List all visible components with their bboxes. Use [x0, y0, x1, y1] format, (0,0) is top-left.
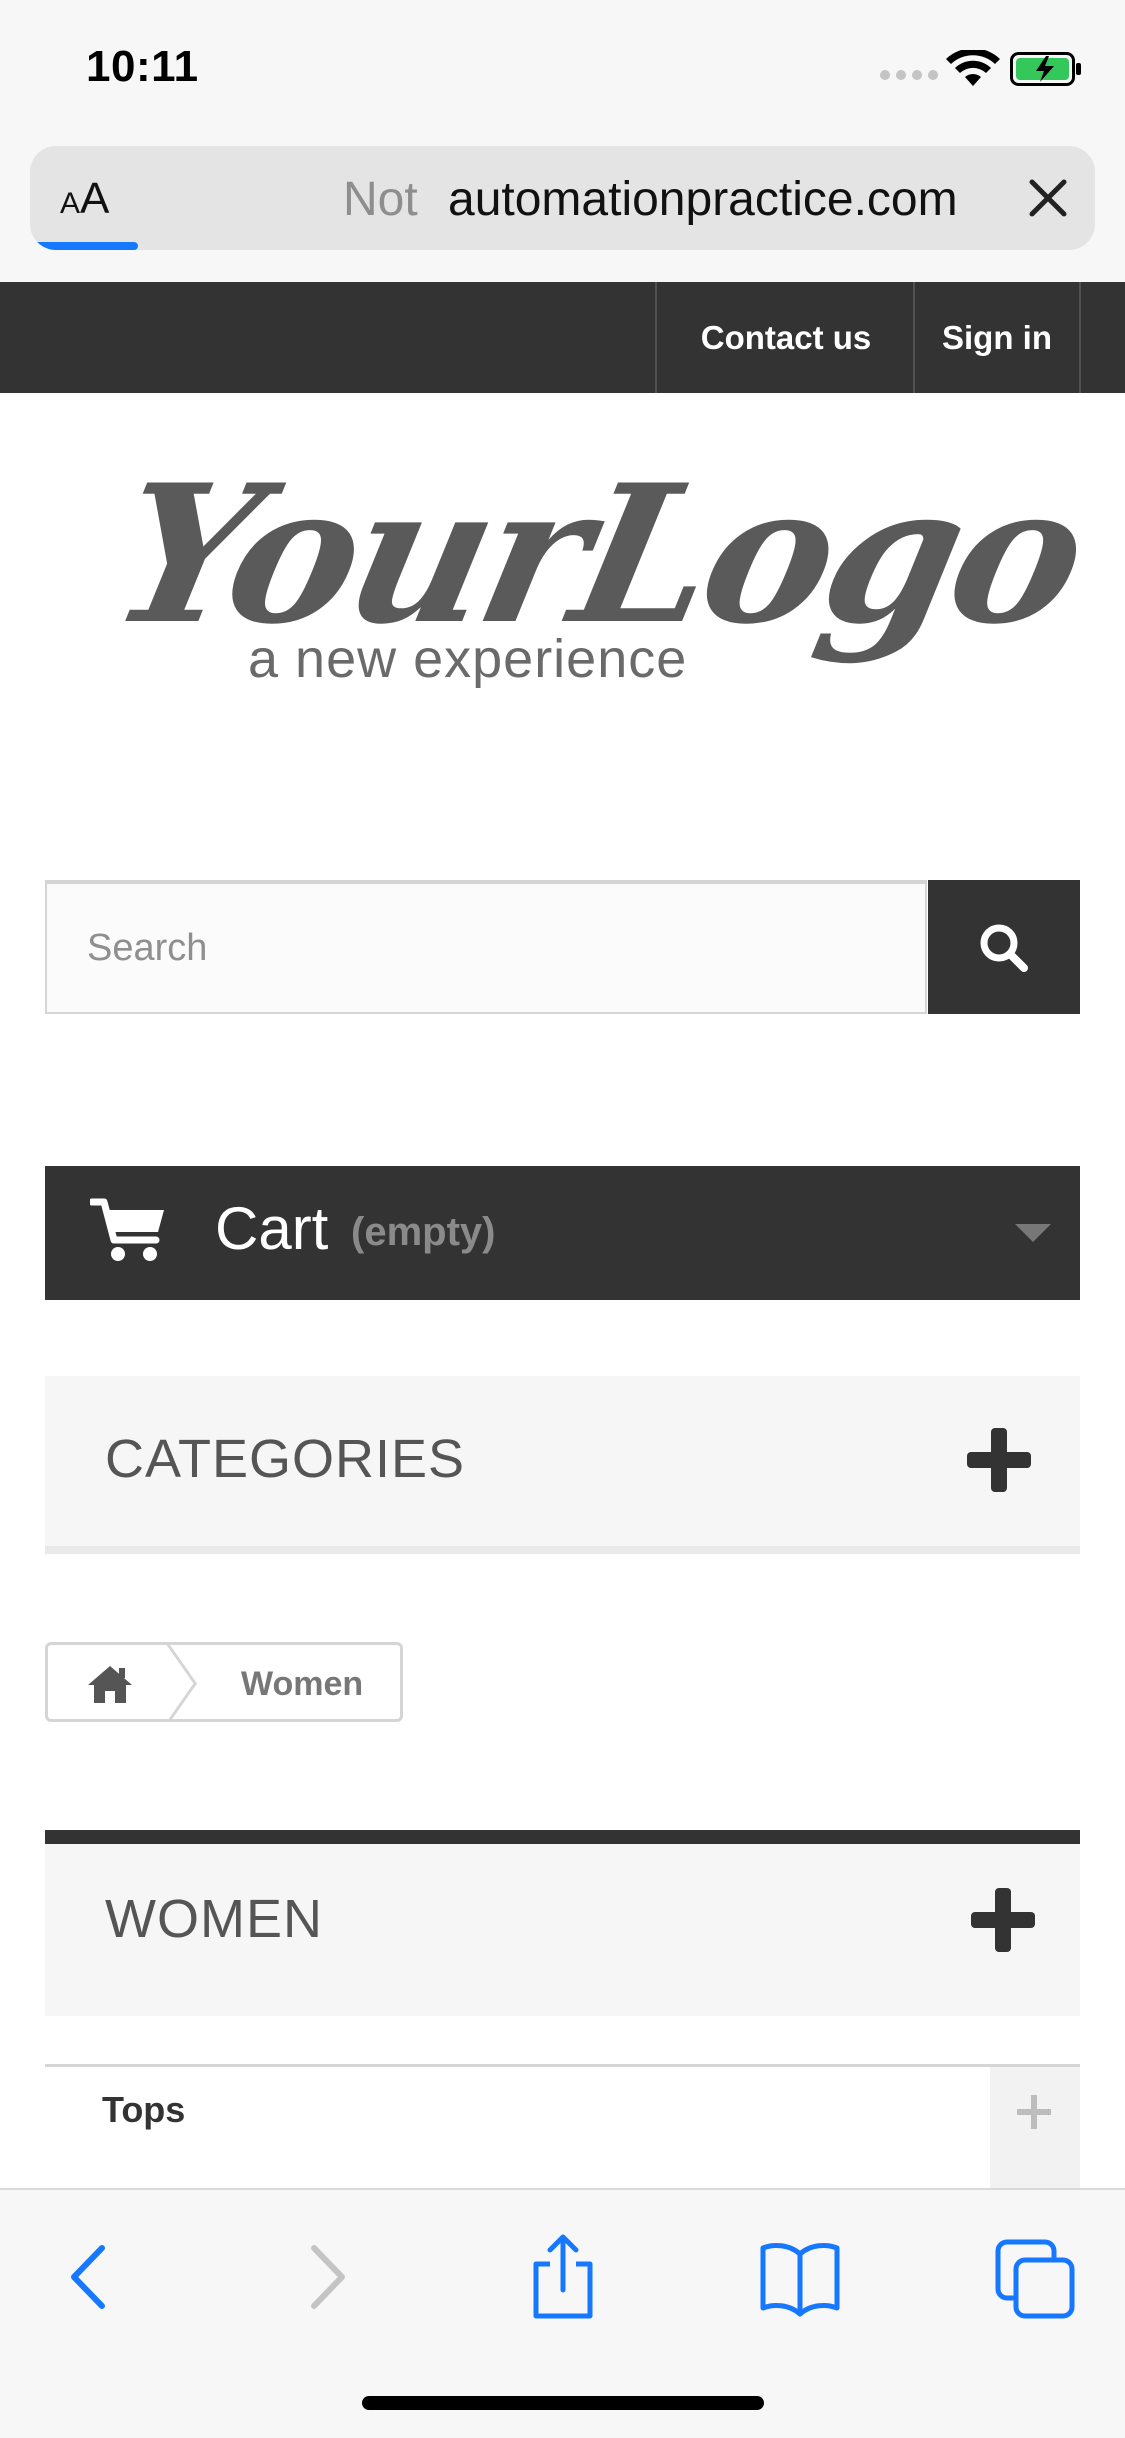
sign-in-link[interactable]: Sign in — [913, 282, 1081, 393]
status-bar: 10:11 — [0, 0, 1125, 140]
page-load-progress — [30, 242, 138, 250]
subcategory-label[interactable]: Tops — [102, 2089, 185, 2131]
breadcrumb-separator — [111, 1645, 198, 1719]
logo-script-text: YourLogo — [96, 443, 1100, 666]
security-indicator: Not — [343, 173, 418, 226]
subcategory-expand-toggle[interactable] — [990, 2159, 1080, 2189]
subcategory-expand-toggle[interactable] — [990, 2067, 1080, 2159]
cart-icon — [90, 1198, 164, 1261]
contact-us-link[interactable]: Contact us — [655, 282, 915, 393]
women-category-block[interactable]: WOMEN — [45, 1830, 1080, 2016]
wifi-icon — [946, 50, 1000, 86]
search-input[interactable]: Search — [45, 880, 927, 1014]
site-logo[interactable]: YourLogo a new experience — [96, 443, 1099, 710]
stop-loading-icon[interactable] — [1020, 170, 1076, 226]
cart-label: Cart — [215, 1195, 329, 1262]
categories-block[interactable]: CATEGORIES — [45, 1376, 1080, 1554]
home-indicator[interactable] — [362, 2396, 764, 2410]
chevron-down-icon — [1015, 1224, 1051, 1242]
battery-icon — [1010, 52, 1081, 86]
bookmarks-icon[interactable] — [755, 2232, 845, 2322]
categories-title: CATEGORIES — [105, 1429, 466, 1489]
list-item[interactable]: Tops — [45, 2064, 1080, 2162]
cart-status: (empty) — [351, 1210, 496, 1254]
search-button[interactable] — [928, 880, 1080, 1014]
forward-icon[interactable] — [280, 2232, 370, 2322]
back-icon[interactable] — [46, 2232, 136, 2322]
share-icon[interactable] — [518, 2232, 608, 2322]
breadcrumb: Women — [45, 1642, 403, 1722]
status-time: 10:11 — [86, 42, 199, 91]
top-nav-bar: Contact us Sign in — [0, 282, 1125, 393]
breadcrumb-current: Women — [241, 1665, 364, 1703]
address-bar[interactable]: AA Not automationpractice.com — [30, 146, 1095, 250]
cellular-signal-icon — [880, 70, 938, 80]
url-field[interactable]: automationpractice.com — [448, 172, 1018, 227]
list-item[interactable] — [45, 2159, 1080, 2189]
expand-plus-icon[interactable] — [967, 1428, 1031, 1492]
logo-tagline: a new experience — [248, 629, 688, 689]
plus-icon — [1017, 2095, 1051, 2129]
text-size-button[interactable]: AA — [60, 174, 109, 224]
cart-block[interactable]: Cart (empty) — [45, 1166, 1080, 1300]
women-title: WOMEN — [105, 1889, 323, 1949]
expand-plus-icon[interactable] — [971, 1888, 1035, 1952]
search-icon — [980, 924, 1028, 972]
tabs-icon[interactable] — [990, 2232, 1080, 2322]
